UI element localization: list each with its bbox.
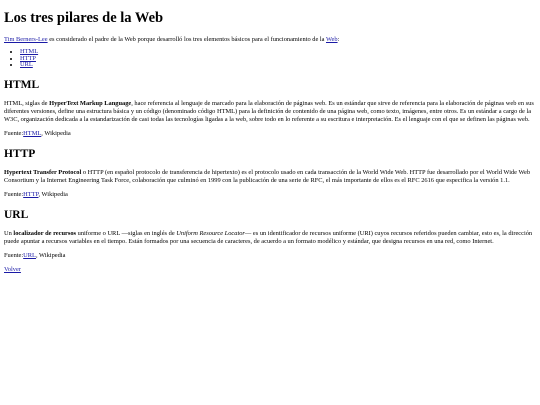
intro-colon: : <box>337 36 340 43</box>
intro-text: es considerado el padre de la Web porque… <box>47 36 326 43</box>
intro-paragraph: Tim Berners-Lee es considerado el padre … <box>4 36 536 44</box>
source-suffix: , Wikipedia <box>41 129 71 137</box>
url-source: Fuente:URL, Wikipedia <box>4 252 536 260</box>
section-heading-html: HTML <box>4 78 40 91</box>
page-title: Los tres pilares de la Web <box>4 10 164 26</box>
source-suffix: , Wikipedia <box>38 190 68 198</box>
source-link-html[interactable]: HTML <box>23 130 41 137</box>
page: Los tres pilares de la Web Tim Berners-L… <box>0 0 540 274</box>
back-paragraph: Volver <box>4 266 536 274</box>
http-bold-term: Hypertext Transfer Protocol <box>4 168 82 176</box>
back-link[interactable]: Volver <box>4 266 21 273</box>
list-item: URL <box>20 61 536 69</box>
url-text-mid: uniforme o URL —siglas en inglés de <box>76 229 177 237</box>
tim-berners-lee-link[interactable]: Tim Berners-Lee <box>4 36 48 43</box>
web-link[interactable]: Web <box>326 36 338 43</box>
source-label: Fuente: <box>4 129 24 137</box>
url-bold-term: localizador de recursos <box>13 229 77 237</box>
nav-list: HTML HTTP URL <box>4 48 536 69</box>
source-link-url[interactable]: URL <box>23 252 36 259</box>
http-text-body: o HTTP (en español protocolo de transfer… <box>4 168 531 184</box>
section-heading-http: HTTP <box>4 147 36 160</box>
html-bold-term: HyperText Markup Language <box>49 99 132 107</box>
url-italic-term: Uniform Resource Locator <box>176 229 245 237</box>
http-source: Fuente:HTTP, Wikipedia <box>4 191 536 199</box>
http-paragraph: Hypertext Transfer Protocol o HTTP (en e… <box>4 169 536 185</box>
source-label: Fuente: <box>4 190 24 198</box>
url-paragraph: Un localizador de recursos uniforme o UR… <box>4 230 536 246</box>
html-source: Fuente:HTML, Wikipedia <box>4 130 536 138</box>
html-text-start: HTML, siglas de <box>4 99 50 107</box>
url-text-start: Un <box>4 229 14 237</box>
html-paragraph: HTML, siglas de HyperText Markup Languag… <box>4 100 536 124</box>
nav-link-url[interactable]: URL <box>20 61 33 68</box>
source-label: Fuente: <box>4 251 24 259</box>
source-suffix: , Wikipedia <box>35 251 66 259</box>
section-heading-url: URL <box>4 208 29 221</box>
source-link-http[interactable]: HTTP <box>23 191 38 198</box>
